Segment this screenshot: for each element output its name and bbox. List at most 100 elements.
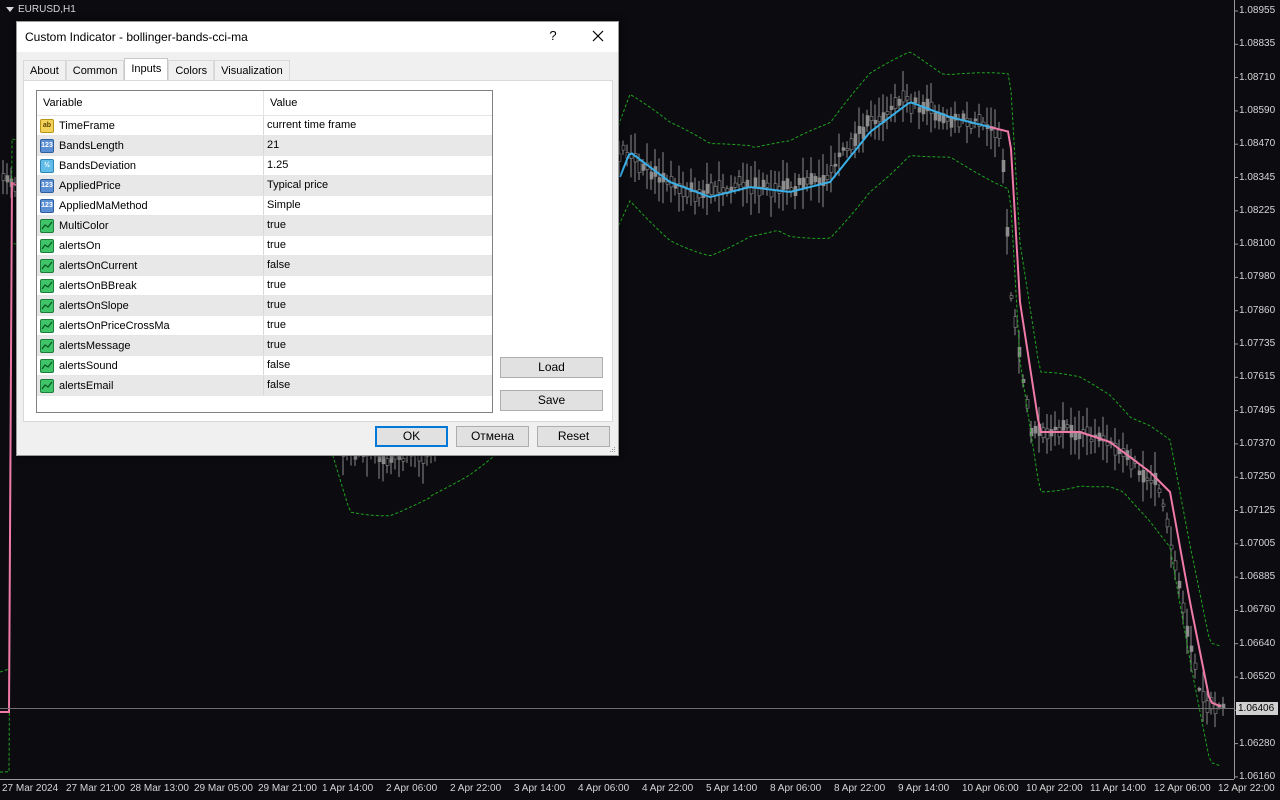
candle-body (1197, 687, 1202, 691)
candle-body (845, 148, 850, 151)
table-row[interactable]: ½ BandsDeviation 1.25 (37, 156, 492, 176)
dialog-titlebar[interactable]: Custom Indicator - bollinger-bands-cci-m… (17, 22, 618, 52)
value-cell[interactable]: true (264, 236, 492, 255)
candle-body (765, 182, 770, 188)
value-cell[interactable]: 1.25 (264, 156, 492, 175)
price-tick-label: 1.06640 (1239, 637, 1276, 649)
table-row[interactable]: 123 AppliedPrice Typical price (37, 176, 492, 196)
table-row[interactable]: alertsOn true (37, 236, 492, 256)
price-tick-label: 1.08225 (1239, 204, 1276, 216)
tab-visualization[interactable]: Visualization (214, 60, 290, 81)
candle-body (721, 187, 726, 193)
candle-body (1005, 226, 1010, 237)
candle-body (761, 179, 766, 188)
chart-symbol-label[interactable]: EURUSD,H1 (6, 4, 76, 15)
value-cell[interactable]: true (264, 276, 492, 295)
tab-inputs[interactable]: Inputs (124, 58, 169, 80)
value-cell[interactable]: true (264, 216, 492, 235)
table-row[interactable]: alertsOnCurrent false (37, 256, 492, 276)
tab-colors[interactable]: Colors (168, 60, 215, 81)
value-cell[interactable]: false (264, 376, 492, 395)
candle-body (1061, 420, 1066, 431)
candle-body (1089, 438, 1094, 443)
candle-body (685, 189, 690, 198)
variable-cell: alertsMessage (37, 336, 264, 355)
table-row[interactable]: alertsOnPriceCrossMa true (37, 316, 492, 336)
value-cell[interactable]: false (264, 256, 492, 275)
candle-body (1105, 441, 1110, 446)
table-row[interactable]: alertsSound false (37, 356, 492, 376)
candle-body (1213, 704, 1218, 714)
load-button[interactable]: Load (500, 357, 603, 378)
table-row[interactable]: ab TimeFrame current time frame (37, 116, 492, 136)
double-type-icon: ½ (40, 158, 54, 173)
price-tick-label: 1.08835 (1239, 38, 1276, 50)
help-button[interactable]: ? (547, 28, 559, 43)
custom-indicator-dialog: Custom Indicator - bollinger-bands-cci-m… (16, 21, 619, 456)
time-tick-label: 29 Mar 05:00 (194, 783, 253, 794)
variable-name: alertsOn (59, 239, 101, 252)
cancel-button[interactable]: Отмена (456, 426, 529, 447)
time-tick-label: 10 Apr 22:00 (1026, 783, 1083, 794)
candle-body (665, 181, 670, 185)
candle-body (1145, 477, 1150, 481)
candle-body (1033, 425, 1038, 434)
variable-name: alertsEmail (59, 379, 114, 392)
price-tick-label: 1.06160 (1239, 770, 1276, 782)
time-tick-label: 4 Apr 22:00 (642, 783, 694, 794)
table-row[interactable]: alertsOnBBreak true (37, 276, 492, 296)
inputs-table: Variable Value ab TimeFrame current time f… (36, 90, 493, 413)
bool-type-icon (40, 258, 54, 273)
column-header-variable[interactable]: Variable (37, 91, 264, 115)
time-tick-label: 2 Apr 06:00 (386, 783, 438, 794)
value-cell[interactable]: false (264, 356, 492, 375)
value-cell[interactable]: current time frame (264, 116, 492, 135)
time-tick-label: 8 Apr 06:00 (770, 783, 822, 794)
tab-about[interactable]: About (23, 60, 66, 81)
candle-body (865, 115, 870, 127)
candle-body (1, 173, 6, 181)
price-tick-label: 1.08345 (1239, 171, 1276, 183)
variable-name: alertsMessage (59, 339, 131, 352)
value-cell[interactable]: true (264, 336, 492, 355)
table-row[interactable]: MultiColor true (37, 216, 492, 236)
time-tick-label: 11 Apr 14:00 (1090, 783, 1146, 794)
candle-body (933, 112, 938, 121)
save-button[interactable]: Save (500, 390, 603, 411)
resize-grip-icon[interactable] (608, 445, 616, 453)
close-icon[interactable] (589, 26, 607, 46)
table-row[interactable]: alertsMessage true (37, 336, 492, 356)
price-tick-label: 1.08710 (1239, 71, 1276, 83)
value-cell[interactable]: true (264, 316, 492, 335)
table-row[interactable]: 123 BandsLength 21 (37, 136, 492, 156)
price-tick-label: 1.08470 (1239, 138, 1276, 150)
dialog-title: Custom Indicator - bollinger-bands-cci-m… (25, 30, 248, 44)
tab-common[interactable]: Common (65, 60, 125, 81)
price-tick-label: 1.08590 (1239, 104, 1276, 116)
candle-body (753, 177, 758, 188)
price-tick-label: 1.07495 (1239, 404, 1276, 416)
ok-button[interactable]: OK (375, 426, 448, 447)
price-tick-label: 1.06760 (1239, 604, 1276, 616)
value-cell[interactable]: Simple (264, 196, 492, 215)
candle-body (745, 179, 750, 188)
variable-cell: alertsSound (37, 356, 264, 375)
candle-body (717, 180, 722, 193)
candle-body (401, 458, 406, 462)
column-header-value[interactable]: Value (264, 91, 492, 115)
value-cell[interactable]: true (264, 296, 492, 315)
candle-body (825, 174, 830, 180)
candle-body (957, 119, 962, 128)
candle-body (801, 177, 806, 189)
time-tick-label: 9 Apr 14:00 (898, 783, 950, 794)
candle-body (805, 177, 810, 185)
price-tick-label: 1.07250 (1239, 471, 1276, 483)
table-row[interactable]: 123 AppliedMaMethod Simple (37, 196, 492, 216)
variable-cell: MultiColor (37, 216, 264, 235)
table-row[interactable]: alertsOnSlope true (37, 296, 492, 316)
reset-button[interactable]: Reset (537, 426, 610, 447)
table-row[interactable]: alertsEmail false (37, 376, 492, 396)
value-cell[interactable]: 21 (264, 136, 492, 155)
value-cell[interactable]: Typical price (264, 176, 492, 195)
candle-body (1001, 159, 1006, 173)
